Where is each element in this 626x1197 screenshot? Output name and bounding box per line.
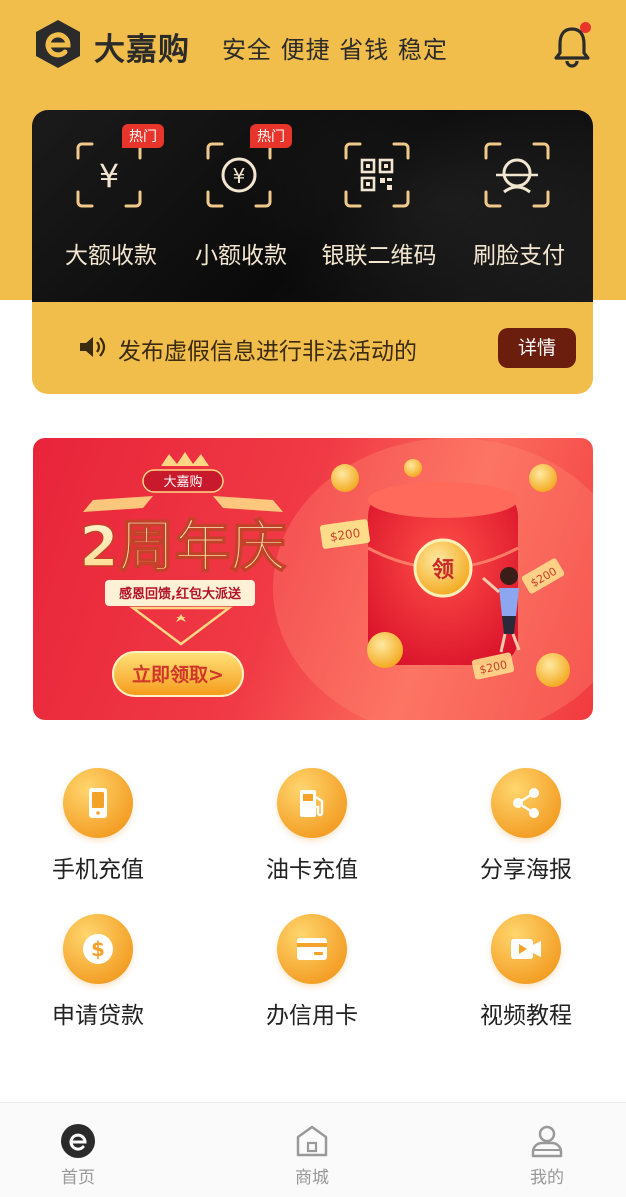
face-scan-icon (484, 142, 550, 208)
svg-text:$: $ (91, 937, 105, 961)
hot-badge: 热门 (250, 124, 292, 148)
anniversary-banner[interactable]: 大嘉购 2周年庆 感恩回馈,红包大派送 立即领取> 领 $200 $200 $2… (33, 438, 593, 720)
tab-label: 我的 (530, 1168, 564, 1188)
credit-card-icon (297, 938, 327, 960)
fuel-pump-icon (300, 790, 324, 817)
shop-icon (296, 1125, 328, 1157)
payment-face[interactable]: 刷脸支付 (444, 110, 584, 302)
service-label: 油卡充值 (266, 857, 358, 883)
payment-large-label: 大额收款 (65, 243, 157, 269)
banner-graphic: 大嘉购 2周年庆 感恩回馈,红包大派送 立即领取> 领 $200 $200 $2… (79, 438, 593, 720)
hot-badge: 热门 (122, 124, 164, 148)
svg-text:¥: ¥ (233, 164, 246, 188)
detail-button[interactable]: 详情 (498, 328, 576, 368)
service-label: 办信用卡 (266, 1003, 358, 1029)
dollar-coin-icon: $ (83, 934, 113, 964)
banner-claim-button[interactable]: 立即领取> (132, 663, 224, 686)
profile-icon (531, 1125, 563, 1158)
tab-label: 首页 (61, 1168, 95, 1188)
payment-card: ¥ 大额收款 热门 ¥ 小额收款 热门 银联二维码 刷脸支付 (32, 110, 593, 302)
crown-icon (161, 452, 209, 466)
qr-code-scan-icon (344, 142, 410, 208)
service-share-poster[interactable]: 分享海报 (436, 768, 616, 898)
notice-text: 发布虚假信息进行非法活动的 (118, 339, 417, 365)
service-label: 视频教程 (480, 1003, 572, 1029)
notice-bar: 发布虚假信息进行非法活动的 详情 (32, 302, 593, 394)
service-label: 手机充值 (52, 857, 144, 883)
yuan-scan-icon: ¥ (76, 142, 142, 208)
logo-icon (36, 20, 80, 68)
tab-home[interactable]: 首页 (18, 1103, 138, 1197)
banner-brand-tag: 大嘉购 (163, 474, 202, 490)
payment-face-label: 刷脸支付 (473, 243, 565, 269)
bottom-tab-bar: 首页 商城 我的 (0, 1102, 626, 1197)
payment-unionpay-qr[interactable]: 银联二维码 (304, 110, 444, 302)
phone-icon (89, 788, 107, 818)
service-label: 分享海报 (480, 857, 572, 883)
video-play-icon (511, 939, 541, 959)
share-icon (513, 788, 539, 818)
speaker-icon (80, 337, 106, 357)
payment-small-label: 小额收款 (195, 243, 287, 269)
service-phone-recharge[interactable]: 手机充值 (8, 768, 188, 898)
app-header: 大嘉购 安全 便捷 省钱 稳定 (0, 0, 626, 92)
tab-label: 商城 (295, 1168, 329, 1188)
slogan: 安全 便捷 省钱 稳定 (222, 36, 448, 64)
service-loan[interactable]: $ 申请贷款 (8, 914, 188, 1044)
service-fuel-card[interactable]: 油卡充值 (222, 768, 402, 898)
yuan-coin-scan-icon: ¥ (206, 142, 272, 208)
service-video-tutorial[interactable]: 视频教程 (436, 914, 616, 1044)
home-logo-icon (61, 1124, 95, 1158)
tab-shop[interactable]: 商城 (252, 1103, 372, 1197)
banner-title: 2周年庆 (80, 515, 287, 580)
brand-name: 大嘉购 (94, 32, 190, 68)
payment-unionpay-qr-label: 银联二维码 (321, 243, 437, 269)
envelope-label: 领 (432, 557, 454, 583)
notification-dot (580, 22, 591, 33)
banner-subtitle: 感恩回馈,红包大派送 (119, 586, 242, 602)
svg-text:¥: ¥ (99, 157, 119, 195)
service-credit-card[interactable]: 办信用卡 (222, 914, 402, 1044)
tab-profile[interactable]: 我的 (487, 1103, 607, 1197)
service-label: 申请贷款 (52, 1003, 144, 1029)
